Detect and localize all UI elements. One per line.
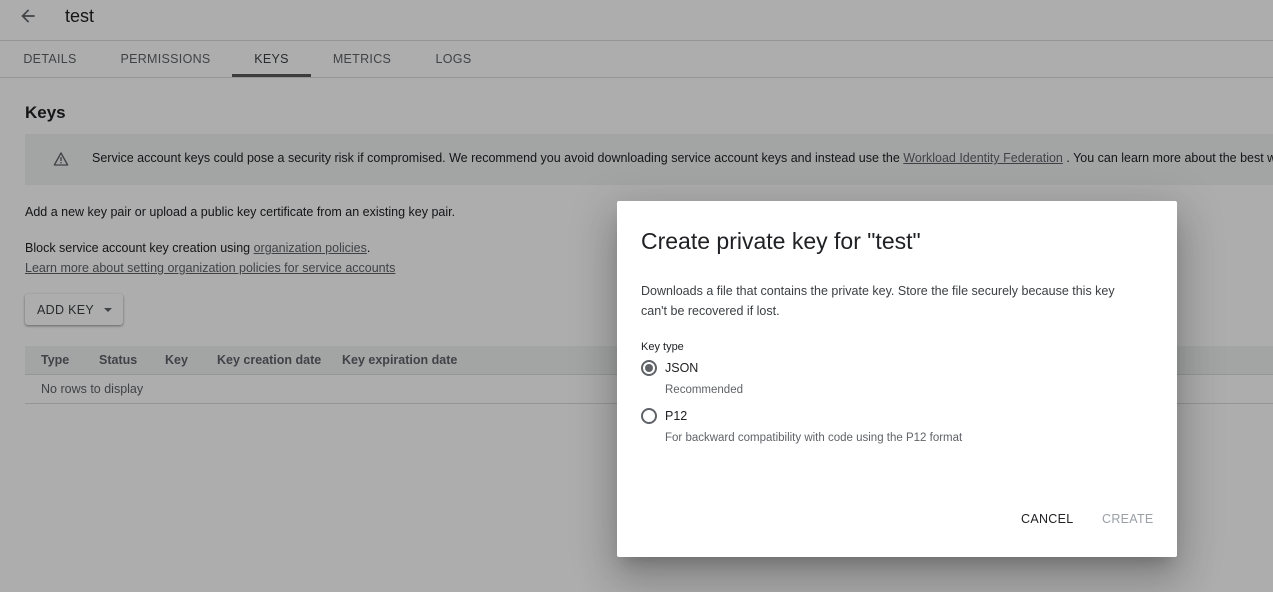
json-hint: Recommended [665,384,743,396]
p12-hint: For backward compatibility with code usi… [665,432,963,444]
dialog-description: Downloads a file that contains the priva… [641,284,1115,318]
p12-radio-label: P12 [665,409,688,423]
json-radio[interactable] [641,360,657,376]
create-button[interactable]: CREATE [1102,512,1154,526]
radio-option-p12[interactable]: P12 [641,408,687,424]
radio-option-json[interactable]: JSON [641,360,698,376]
dialog-title: Create private key for "test" [641,228,921,254]
create-private-key-dialog: Create private key for "test" Downloads … [617,201,1177,557]
p12-radio[interactable] [641,408,657,424]
cancel-button[interactable]: CANCEL [1021,512,1074,526]
key-type-label: Key type [641,341,684,353]
json-radio-label: JSON [665,361,699,375]
